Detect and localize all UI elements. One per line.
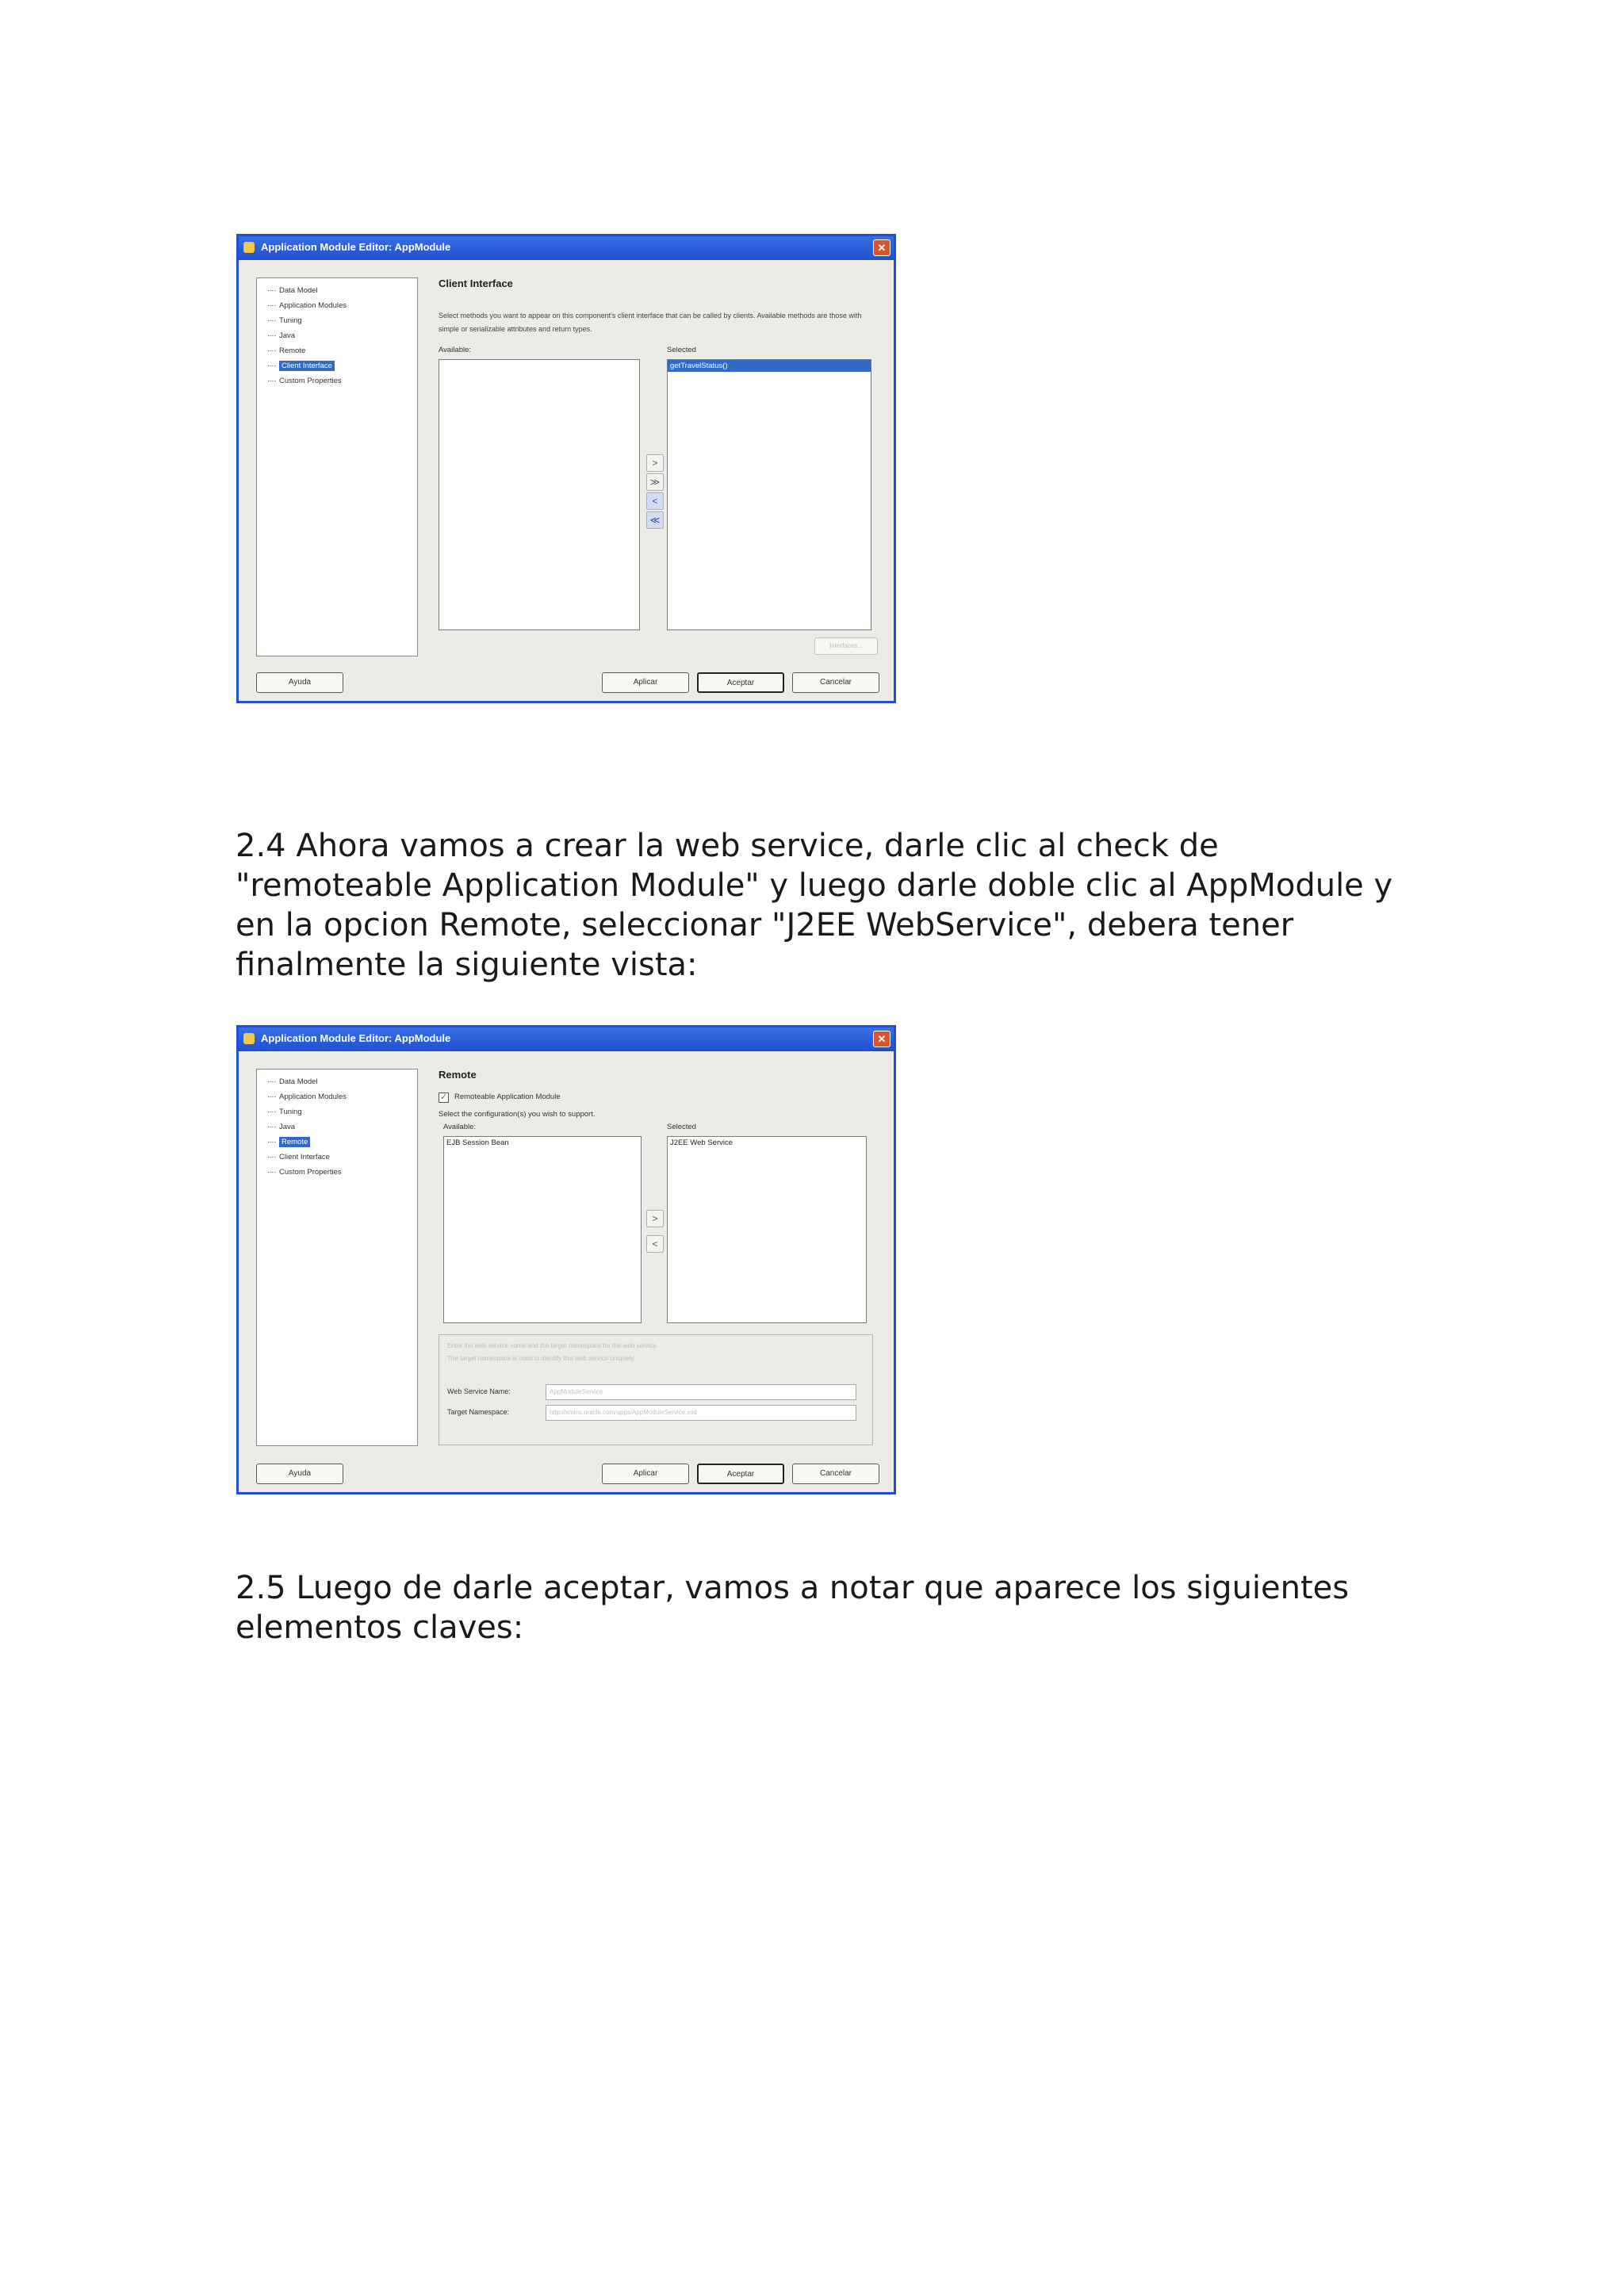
dialog-title: Application Module Editor: AppModule bbox=[261, 241, 451, 253]
interfaces-button[interactable]: Interfaces... bbox=[814, 637, 878, 655]
navigation-tree: Data Model Application Modules Tuning Ja… bbox=[256, 1069, 418, 1446]
section-title: Remote bbox=[439, 1069, 477, 1081]
navigation-tree: Data Model Application Modules Tuning Ja… bbox=[256, 277, 418, 656]
ok-button[interactable]: Aceptar bbox=[697, 1464, 784, 1484]
move-all-right-icon[interactable]: ≫ bbox=[646, 473, 664, 491]
selected-configurations-list[interactable]: J2EE Web Service bbox=[667, 1136, 867, 1323]
list-item[interactable]: EJB Session Bean bbox=[444, 1137, 641, 1149]
app-icon bbox=[243, 242, 255, 253]
tree-item-data-model[interactable]: Data Model bbox=[257, 1074, 417, 1089]
target-namespace-label: Target Namespace: bbox=[447, 1408, 510, 1416]
remote-dialog-screenshot: Application Module Editor: AppModule ✕ D… bbox=[236, 1025, 896, 1494]
tree-item-custom-properties[interactable]: Custom Properties bbox=[257, 1165, 417, 1180]
tree-item-custom-properties[interactable]: Custom Properties bbox=[257, 373, 417, 388]
remoteable-checkbox[interactable]: ✓ bbox=[439, 1093, 449, 1103]
tree-item-java[interactable]: Java bbox=[257, 328, 417, 343]
available-configurations-list[interactable]: EJB Session Bean bbox=[443, 1136, 642, 1323]
move-all-left-icon[interactable]: ≪ bbox=[646, 511, 664, 529]
info-text: The target namespace is used to identify… bbox=[447, 1355, 635, 1362]
tree-item-application-modules[interactable]: Application Modules bbox=[257, 1089, 417, 1104]
app-icon bbox=[243, 1033, 255, 1044]
available-methods-list[interactable] bbox=[439, 359, 640, 630]
tree-item-client-interface[interactable]: Client Interface bbox=[257, 1150, 417, 1165]
apply-button[interactable]: Aplicar bbox=[602, 672, 689, 693]
tree-item-data-model[interactable]: Data Model bbox=[257, 283, 417, 298]
dialog-title-bar: Application Module Editor: AppModule ✕ bbox=[239, 1027, 894, 1051]
tree-item-java[interactable]: Java bbox=[257, 1119, 417, 1135]
dialog-title-bar: Application Module Editor: AppModule ✕ bbox=[239, 236, 894, 260]
tree-item-remote[interactable]: Remote bbox=[257, 343, 417, 358]
instruction-paragraph-2-5: 2.5 Luego de darle aceptar, vamos a nota… bbox=[236, 1570, 1350, 1646]
close-icon[interactable]: ✕ bbox=[873, 239, 891, 256]
tree-item-tuning[interactable]: Tuning bbox=[257, 313, 417, 328]
configuration-prompt: Select the configuration(s) you wish to … bbox=[439, 1110, 596, 1119]
cancel-button[interactable]: Cancelar bbox=[792, 672, 879, 693]
web-service-name-input[interactable]: AppModuleService bbox=[546, 1384, 856, 1400]
web-service-name-label: Web Service Name: bbox=[447, 1387, 511, 1395]
move-right-icon[interactable]: > bbox=[646, 454, 664, 472]
target-namespace-input[interactable]: http://xmlns.oracle.com/apps/AppModuleSe… bbox=[546, 1405, 856, 1421]
move-left-icon[interactable]: < bbox=[646, 492, 664, 510]
list-item[interactable]: getTravelStatus() bbox=[668, 360, 871, 372]
move-left-icon[interactable]: < bbox=[646, 1235, 664, 1253]
selected-label: Selected bbox=[667, 1123, 696, 1131]
available-label: Available: bbox=[439, 346, 472, 354]
remoteable-checkbox-label: Remoteable Application Module bbox=[454, 1093, 561, 1101]
dialog-title: Application Module Editor: AppModule bbox=[261, 1032, 451, 1044]
section-description: Select methods you want to appear on thi… bbox=[439, 312, 862, 333]
available-label: Available: bbox=[443, 1123, 477, 1131]
web-service-settings-panel: Enter the web service name and the targe… bbox=[439, 1334, 873, 1445]
apply-button[interactable]: Aplicar bbox=[602, 1464, 689, 1484]
selected-methods-list[interactable]: getTravelStatus() bbox=[667, 359, 871, 630]
close-icon[interactable]: ✕ bbox=[873, 1031, 891, 1047]
ok-button[interactable]: Aceptar bbox=[697, 672, 784, 693]
move-right-icon[interactable]: > bbox=[646, 1210, 664, 1227]
section-title: Client Interface bbox=[439, 277, 513, 289]
cancel-button[interactable]: Cancelar bbox=[792, 1464, 879, 1484]
tree-item-remote[interactable]: Remote bbox=[257, 1135, 417, 1150]
instruction-paragraph-2-4: 2.4 Ahora vamos a crear la web service, … bbox=[236, 828, 1393, 983]
client-interface-dialog-screenshot: Application Module Editor: AppModule ✕ D… bbox=[236, 234, 896, 703]
help-button[interactable]: Ayuda bbox=[256, 1464, 343, 1484]
tree-item-tuning[interactable]: Tuning bbox=[257, 1104, 417, 1119]
help-button[interactable]: Ayuda bbox=[256, 672, 343, 693]
tree-item-application-modules[interactable]: Application Modules bbox=[257, 298, 417, 313]
tree-item-client-interface[interactable]: Client Interface bbox=[257, 358, 417, 373]
selected-label: Selected bbox=[667, 346, 696, 354]
list-item[interactable]: J2EE Web Service bbox=[668, 1137, 866, 1149]
info-text: Enter the web service name and the targe… bbox=[447, 1342, 658, 1349]
